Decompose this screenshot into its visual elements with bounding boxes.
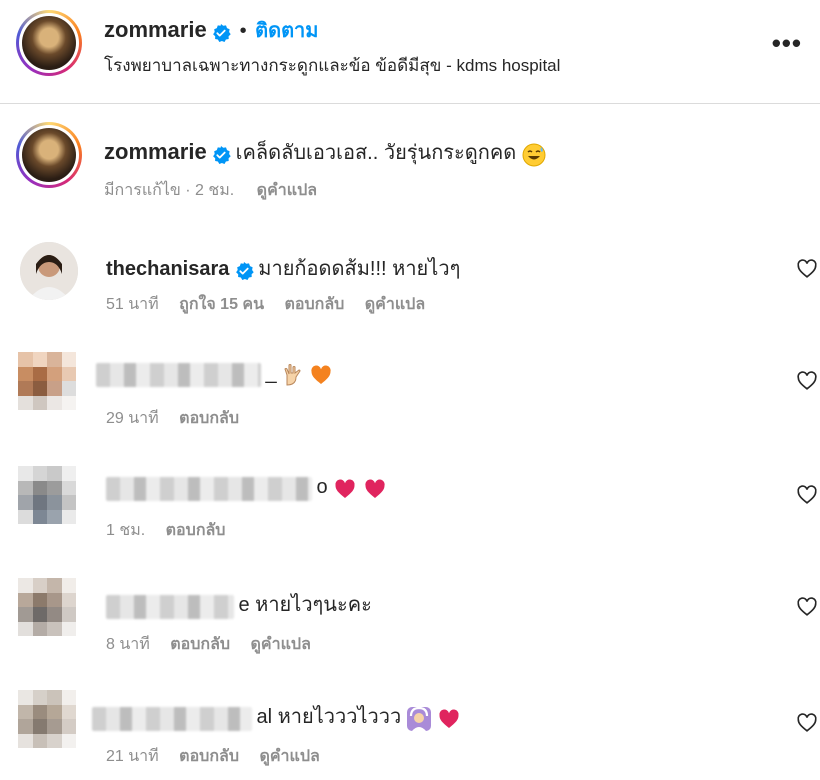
reply-button[interactable]: ตอบกลับ — [170, 636, 230, 653]
red-heart-icon — [335, 479, 355, 498]
more-options-icon[interactable]: ••• — [772, 28, 802, 59]
blurred-avatar[interactable] — [18, 352, 76, 410]
love-you-gesture-emoji-icon — [284, 363, 301, 386]
caption-translate-link[interactable]: ดูคำแปล — [257, 182, 317, 199]
caption-username[interactable]: zommarie — [104, 139, 207, 164]
blurred-username — [106, 594, 234, 619]
header-username[interactable]: zommarie — [104, 17, 207, 42]
red-heart-icon — [439, 709, 459, 728]
caption-text: เคล็ดลับเอวเอส.. วัยรุ่นกระดูกคด — [235, 142, 517, 164]
comment-row: o 1 ชม. ตอบกลับ — [0, 464, 820, 554]
comment-time: 51 นาที — [106, 296, 159, 313]
header-dot: • — [239, 20, 247, 42]
red-heart-icon — [365, 479, 386, 498]
verified-badge-icon — [213, 23, 231, 42]
comment-avatar[interactable] — [20, 242, 78, 300]
reply-button[interactable]: ตอบกลับ — [166, 522, 226, 539]
like-heart-icon[interactable] — [796, 258, 818, 280]
like-heart-icon[interactable] — [796, 484, 818, 506]
header-avatar[interactable] — [16, 10, 82, 76]
like-heart-icon[interactable] — [796, 596, 818, 618]
caption: zommarie เคล็ดลับเอวเอส.. วัยรุ่นกระดูกค… — [0, 122, 820, 212]
comment-row: al หายไวววไววว 21 นาที ตอบกลับ ดูคำแปล — [0, 688, 820, 780]
reply-button[interactable]: ตอบกลับ — [285, 296, 345, 313]
caption-meta: มีการแก้ไข · 2 ชม. — [104, 182, 235, 199]
comment-time: 8 นาที — [106, 636, 150, 653]
blurred-avatar[interactable] — [18, 578, 76, 636]
person-gesturing-ok-emoji-icon — [406, 706, 431, 731]
verified-badge-icon — [235, 261, 254, 280]
comment-time: 29 นาที — [106, 410, 159, 427]
follow-button[interactable]: ติดตาม — [255, 20, 318, 42]
reply-button[interactable]: ตอบกลับ — [179, 748, 239, 765]
blurred-avatar[interactable] — [18, 466, 76, 524]
comment-row: _ 29 นาที ตอบกลับ — [0, 352, 820, 442]
comment-text: o — [316, 476, 328, 498]
location-link[interactable]: โรงพยาบาลเฉพาะทางกระดูกและข้อ ข้อดีมีสุข… — [104, 52, 560, 79]
comment-text: มายก้อดดส้ม!!! หายไวๆ — [258, 258, 461, 280]
post-header: zommarie • ติดตาม โรงพยาบาลเฉพาะทางกระดู… — [0, 0, 820, 104]
verified-badge-icon — [213, 145, 231, 164]
blurred-username — [106, 476, 312, 501]
comment-text: _ — [265, 362, 277, 384]
blurred-avatar[interactable] — [18, 690, 76, 748]
comment-username[interactable]: thechanisara — [106, 258, 229, 280]
translate-link[interactable]: ดูคำแปล — [251, 636, 311, 653]
blurred-username — [96, 362, 261, 387]
reply-button[interactable]: ตอบกลับ — [179, 410, 239, 427]
comment-time: 21 นาที — [106, 748, 159, 765]
like-heart-icon[interactable] — [796, 712, 818, 734]
grinning-sweat-emoji-icon — [522, 143, 546, 167]
comment-text: e หายไวๆนะคะ — [238, 594, 372, 616]
comment-row: e หายไวๆนะคะ 8 นาที ตอบกลับ ดูคำแปล — [0, 576, 820, 666]
comment-likes[interactable]: ถูกใจ 15 คน — [179, 296, 264, 313]
like-heart-icon[interactable] — [796, 370, 818, 392]
orange-heart-icon — [311, 365, 332, 384]
comment-time: 1 ชม. — [106, 522, 146, 539]
translate-link[interactable]: ดูคำแปล — [259, 748, 319, 765]
comment-row: thechanisara มายก้อดดส้ม!!! หายไวๆ 51 นา… — [0, 240, 820, 330]
translate-link[interactable]: ดูคำแปล — [365, 296, 425, 313]
comment-text: al หายไวววไววว — [256, 706, 402, 728]
blurred-username — [92, 706, 252, 731]
caption-avatar[interactable] — [16, 122, 82, 188]
